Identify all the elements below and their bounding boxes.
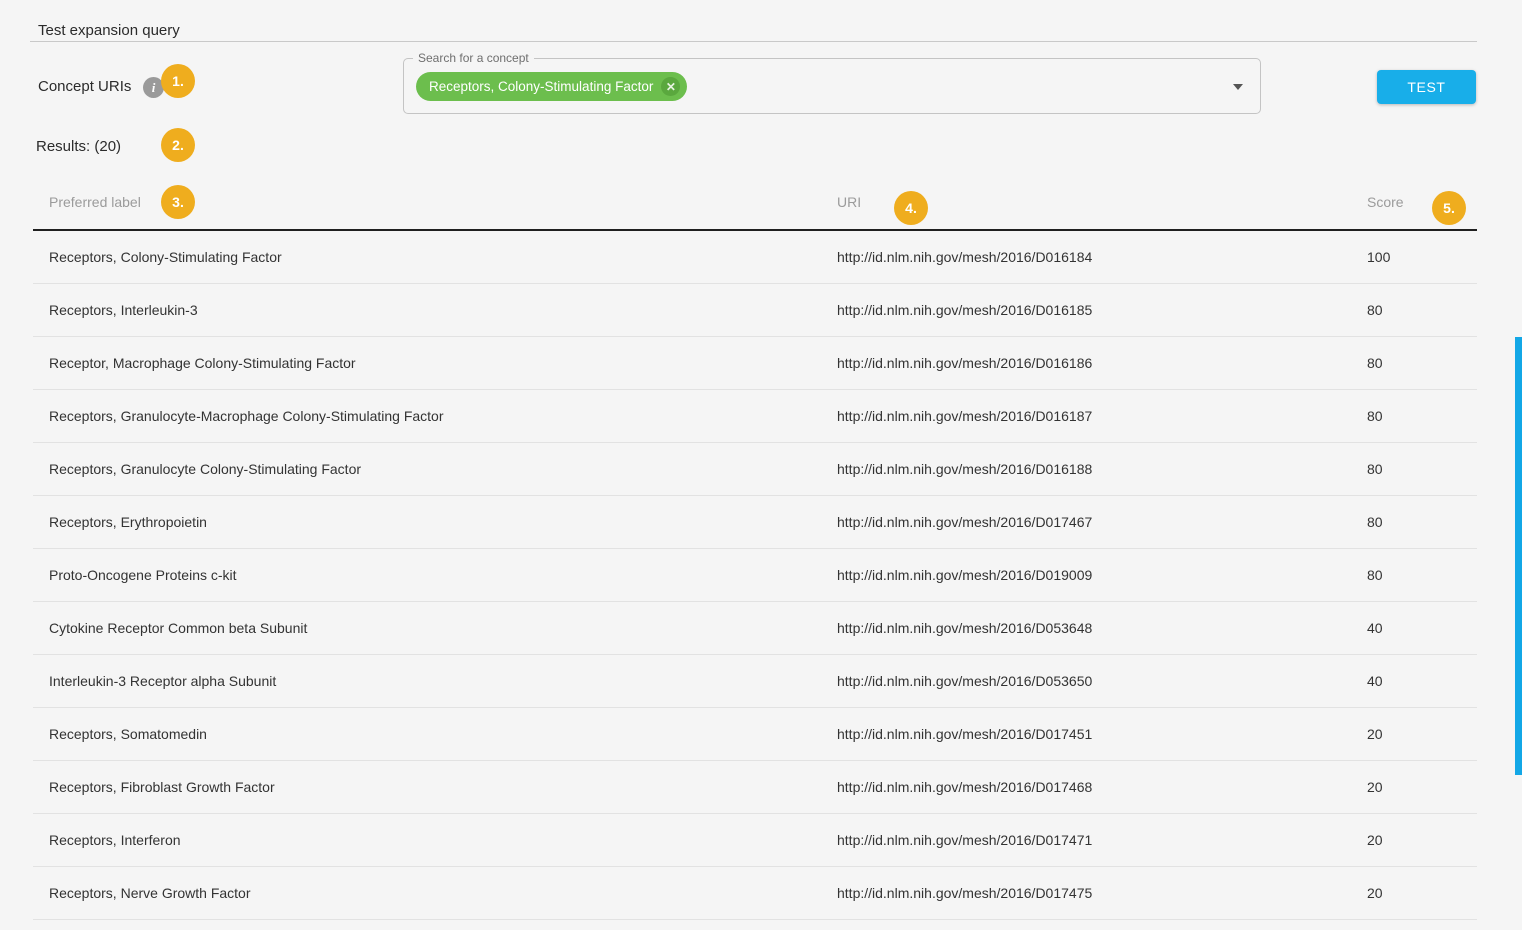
table-row[interactable]: Receptors, Interferon http://id.nlm.nih.…: [33, 814, 1477, 867]
table-row[interactable]: Receptors, Somatomedin http://id.nlm.nih…: [33, 708, 1477, 761]
row-label-cell: Receptor, Macrophage Colony-Stimulating …: [33, 355, 837, 371]
search-box-legend: Search for a concept: [413, 51, 534, 66]
table-row[interactable]: Receptor, Macrophage Colony-Stimulating …: [33, 337, 1477, 390]
header-score: Score: [1367, 194, 1404, 210]
row-score-cell: 80: [1367, 514, 1477, 530]
row-score-cell: 80: [1367, 302, 1477, 318]
row-score-cell: 80: [1367, 461, 1477, 477]
row-score-cell: 40: [1367, 620, 1477, 636]
step-badge-3: 3.: [161, 185, 195, 219]
title-divider: [30, 41, 1477, 42]
row-score-cell: 80: [1367, 567, 1477, 583]
table-row[interactable]: Receptors, Colony-Stimulating Factor htt…: [33, 231, 1477, 284]
concept-chip-label: Receptors, Colony-Stimulating Factor: [429, 79, 653, 94]
row-score-cell: 20: [1367, 779, 1477, 795]
row-label-cell: Receptors, Granulocyte-Macrophage Colony…: [33, 408, 837, 424]
row-score-cell: 40: [1367, 673, 1477, 689]
row-label-cell: Cytokine Receptor Common beta Subunit: [33, 620, 837, 636]
row-uri-cell: http://id.nlm.nih.gov/mesh/2016/D017475: [837, 885, 1367, 901]
row-score-cell: 80: [1367, 355, 1477, 371]
header-preferred-label: Preferred label: [49, 194, 141, 210]
row-label-cell: Receptors, Colony-Stimulating Factor: [33, 249, 837, 265]
row-uri-cell: http://id.nlm.nih.gov/mesh/2016/D017471: [837, 832, 1367, 848]
results-table-header: Preferred label URI Score: [0, 194, 1522, 214]
row-uri-cell: http://id.nlm.nih.gov/mesh/2016/D016186: [837, 355, 1367, 371]
row-label-cell: Receptors, Granulocyte Colony-Stimulatin…: [33, 461, 837, 477]
row-score-cell: 20: [1367, 885, 1477, 901]
dropdown-arrow-icon[interactable]: [1233, 84, 1243, 90]
row-uri-cell: http://id.nlm.nih.gov/mesh/2016/D019009: [837, 567, 1367, 583]
row-uri-cell: http://id.nlm.nih.gov/mesh/2016/D016188: [837, 461, 1367, 477]
results-table-body: Receptors, Colony-Stimulating Factor htt…: [33, 231, 1477, 930]
row-label-cell: Receptors, Somatomedin: [33, 726, 837, 742]
concept-chip[interactable]: Receptors, Colony-Stimulating Factor ✕: [416, 72, 687, 101]
row-score-cell: 100: [1367, 249, 1477, 265]
row-uri-cell: http://id.nlm.nih.gov/mesh/2016/D016185: [837, 302, 1367, 318]
row-label-cell: Receptors, Interleukin-3: [33, 302, 837, 318]
row-uri-cell: http://id.nlm.nih.gov/mesh/2016/D017468: [837, 779, 1367, 795]
row-uri-cell: http://id.nlm.nih.gov/mesh/2016/D053650: [837, 673, 1367, 689]
row-uri-cell: http://id.nlm.nih.gov/mesh/2016/D017451: [837, 726, 1367, 742]
row-label-cell: Receptors, Nerve Growth Factor: [33, 885, 837, 901]
results-count: Results: (20): [36, 138, 121, 155]
step-badge-2: 2.: [161, 128, 195, 162]
row-uri-cell: http://id.nlm.nih.gov/mesh/2016/D016187: [837, 408, 1367, 424]
step-badge-1: 1.: [161, 64, 195, 98]
concept-uris-label: Concept URIs: [38, 78, 131, 95]
row-label-cell: Receptors, Fibroblast Growth Factor: [33, 779, 837, 795]
table-row[interactable]: Receptors, Fibroblast Growth Factor http…: [33, 761, 1477, 814]
page-title: Test expansion query: [38, 22, 180, 39]
table-row[interactable]: Receptors, Interleukin-3 http://id.nlm.n…: [33, 284, 1477, 337]
row-uri-cell: http://id.nlm.nih.gov/mesh/2016/D016184: [837, 249, 1367, 265]
table-row[interactable]: Interleukin-3 Receptor alpha Subunit htt…: [33, 655, 1477, 708]
table-row[interactable]: Receptors, Granulocyte Colony-Stimulatin…: [33, 443, 1477, 496]
row-score-cell: 20: [1367, 726, 1477, 742]
row-label-cell: Receptors, Erythropoietin: [33, 514, 837, 530]
concept-search-box[interactable]: Search for a concept Receptors, Colony-S…: [403, 58, 1261, 114]
row-label-cell: Receptors, Interferon: [33, 832, 837, 848]
test-button[interactable]: TEST: [1377, 70, 1476, 104]
table-row[interactable]: Receptors, Nerve Growth Factor http://id…: [33, 867, 1477, 920]
step-badge-4: 4.: [894, 191, 928, 225]
row-uri-cell: http://id.nlm.nih.gov/mesh/2016/D053648: [837, 620, 1367, 636]
row-label-cell: Interleukin-3 Receptor alpha Subunit: [33, 673, 837, 689]
table-row[interactable]: Proto-Oncogene Proteins c-kit http://id.…: [33, 549, 1477, 602]
table-row[interactable]: Receptors, Granulocyte-Macrophage Colony…: [33, 390, 1477, 443]
row-label-cell: Proto-Oncogene Proteins c-kit: [33, 567, 837, 583]
vertical-scrollbar-thumb[interactable]: [1515, 337, 1522, 775]
table-row[interactable]: Receptors, Erythropoietin http://id.nlm.…: [33, 496, 1477, 549]
step-badge-5: 5.: [1432, 191, 1466, 225]
table-row[interactable]: Cytokine Receptor Common beta Subunit ht…: [33, 602, 1477, 655]
header-uri: URI: [837, 194, 861, 210]
row-score-cell: 20: [1367, 832, 1477, 848]
row-uri-cell: http://id.nlm.nih.gov/mesh/2016/D017467: [837, 514, 1367, 530]
row-score-cell: 80: [1367, 408, 1477, 424]
chip-delete-icon[interactable]: ✕: [661, 77, 680, 96]
